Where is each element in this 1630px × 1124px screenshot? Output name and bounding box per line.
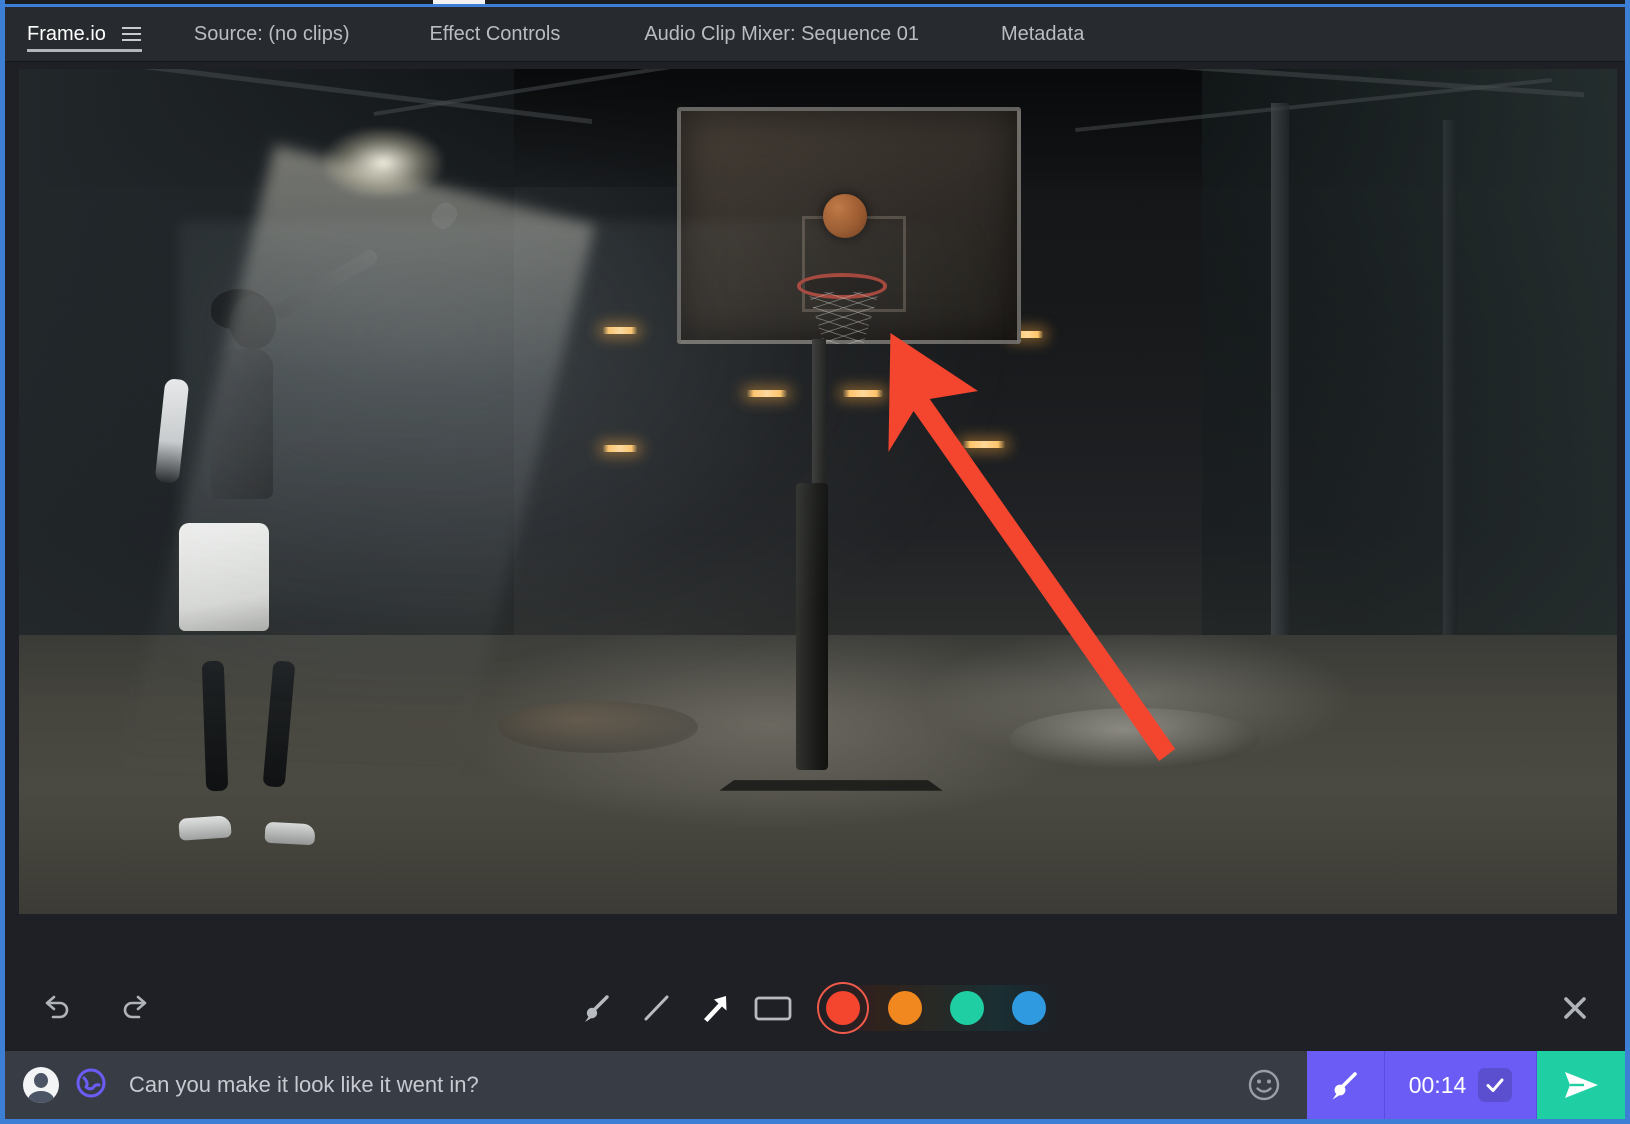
active-tab-underline xyxy=(27,49,142,52)
color-dot-teal xyxy=(950,990,984,1025)
comment-input[interactable] xyxy=(121,1051,1221,1119)
panel-tab-bar: Frame.io Source: (no clips) Effect Contr… xyxy=(5,7,1625,62)
rectangle-icon xyxy=(754,996,792,1020)
close-icon xyxy=(1564,996,1586,1019)
tab-effect-controls-label: Effect Controls xyxy=(429,22,561,45)
tab-effect-controls[interactable]: Effect Controls xyxy=(430,7,561,61)
tool-line-button[interactable] xyxy=(628,985,686,1031)
tool-arrow-button[interactable] xyxy=(686,985,744,1031)
timestamp-checkbox[interactable] xyxy=(1478,1068,1513,1102)
avatar-head-shape xyxy=(34,1073,48,1089)
arrow-icon xyxy=(704,995,727,1022)
window-top-edge xyxy=(5,0,1625,7)
send-comment-button[interactable] xyxy=(1537,1051,1625,1119)
emoji-smiley-icon xyxy=(1248,1069,1280,1101)
brush-icon xyxy=(1332,1072,1357,1100)
timestamp-toggle-button[interactable]: 00:14 xyxy=(1385,1051,1537,1119)
redo-icon xyxy=(123,995,147,1018)
scene-atmospheric-haze xyxy=(178,221,1058,745)
viewer-stage xyxy=(5,62,1625,964)
video-preview[interactable] xyxy=(19,69,1617,914)
avatar-body-shape xyxy=(28,1091,54,1103)
tab-metadata-label: Metadata xyxy=(1000,22,1085,45)
annotate-toggle-button[interactable] xyxy=(1307,1051,1385,1119)
history-controls xyxy=(35,986,157,1030)
tool-and-color-group xyxy=(570,984,1060,1031)
color-swatch-teal[interactable] xyxy=(936,984,998,1031)
tool-rectangle-button[interactable] xyxy=(744,985,802,1031)
scene-player-shoe xyxy=(264,821,316,845)
comment-identity-group xyxy=(5,1051,121,1119)
undo-icon xyxy=(45,995,69,1018)
color-swatch-blue[interactable] xyxy=(998,984,1060,1031)
comment-composer-bar: 00:14 xyxy=(5,1051,1625,1119)
color-dot-orange xyxy=(888,990,922,1025)
send-paper-plane-icon xyxy=(1565,1072,1598,1098)
annotation-toolbar xyxy=(5,964,1625,1051)
tab-audio-clip-mixer-label: Audio Clip Mixer: Sequence 01 xyxy=(644,22,919,45)
tool-brush-button[interactable] xyxy=(570,985,628,1031)
scene-column xyxy=(1271,102,1290,712)
scene-light-source xyxy=(322,128,443,199)
color-swatch-group xyxy=(812,984,1060,1031)
scene-hoop-base-mat xyxy=(718,779,943,791)
line-icon xyxy=(644,995,669,1020)
tab-source[interactable]: Source: (no clips) xyxy=(194,7,350,61)
emoji-picker-button[interactable] xyxy=(1221,1051,1307,1119)
check-icon xyxy=(1486,1078,1504,1092)
tab-source-label: Source: (no clips) xyxy=(193,22,350,45)
close-annotation-toolbar-button[interactable] xyxy=(1553,986,1597,1030)
color-swatch-red[interactable] xyxy=(812,984,874,1031)
redo-button[interactable] xyxy=(113,986,157,1030)
tab-frame-io[interactable]: Frame.io xyxy=(27,7,142,61)
tab-metadata[interactable]: Metadata xyxy=(1001,7,1084,61)
globe-icon xyxy=(76,1068,106,1097)
tab-frame-io-label: Frame.io xyxy=(27,22,106,45)
toolbar-right-group xyxy=(1553,986,1597,1030)
scene-player-shoe xyxy=(178,814,232,841)
color-dot-red xyxy=(826,990,860,1025)
undo-button[interactable] xyxy=(35,986,79,1030)
tab-audio-clip-mixer[interactable]: Audio Clip Mixer: Sequence 01 xyxy=(644,7,919,61)
color-dot-blue xyxy=(1012,990,1046,1025)
color-swatch-orange[interactable] xyxy=(874,984,936,1031)
user-avatar-icon[interactable] xyxy=(23,1067,59,1103)
window-focus-border-top xyxy=(5,4,1625,7)
timestamp-value: 00:14 xyxy=(1408,1071,1467,1098)
hamburger-icon[interactable] xyxy=(121,27,142,41)
scene-column xyxy=(1443,119,1458,678)
frame-io-panel-window: Frame.io Source: (no clips) Effect Contr… xyxy=(0,0,1630,1124)
brush-icon xyxy=(585,994,609,1022)
comment-visibility-button[interactable] xyxy=(75,1067,107,1104)
